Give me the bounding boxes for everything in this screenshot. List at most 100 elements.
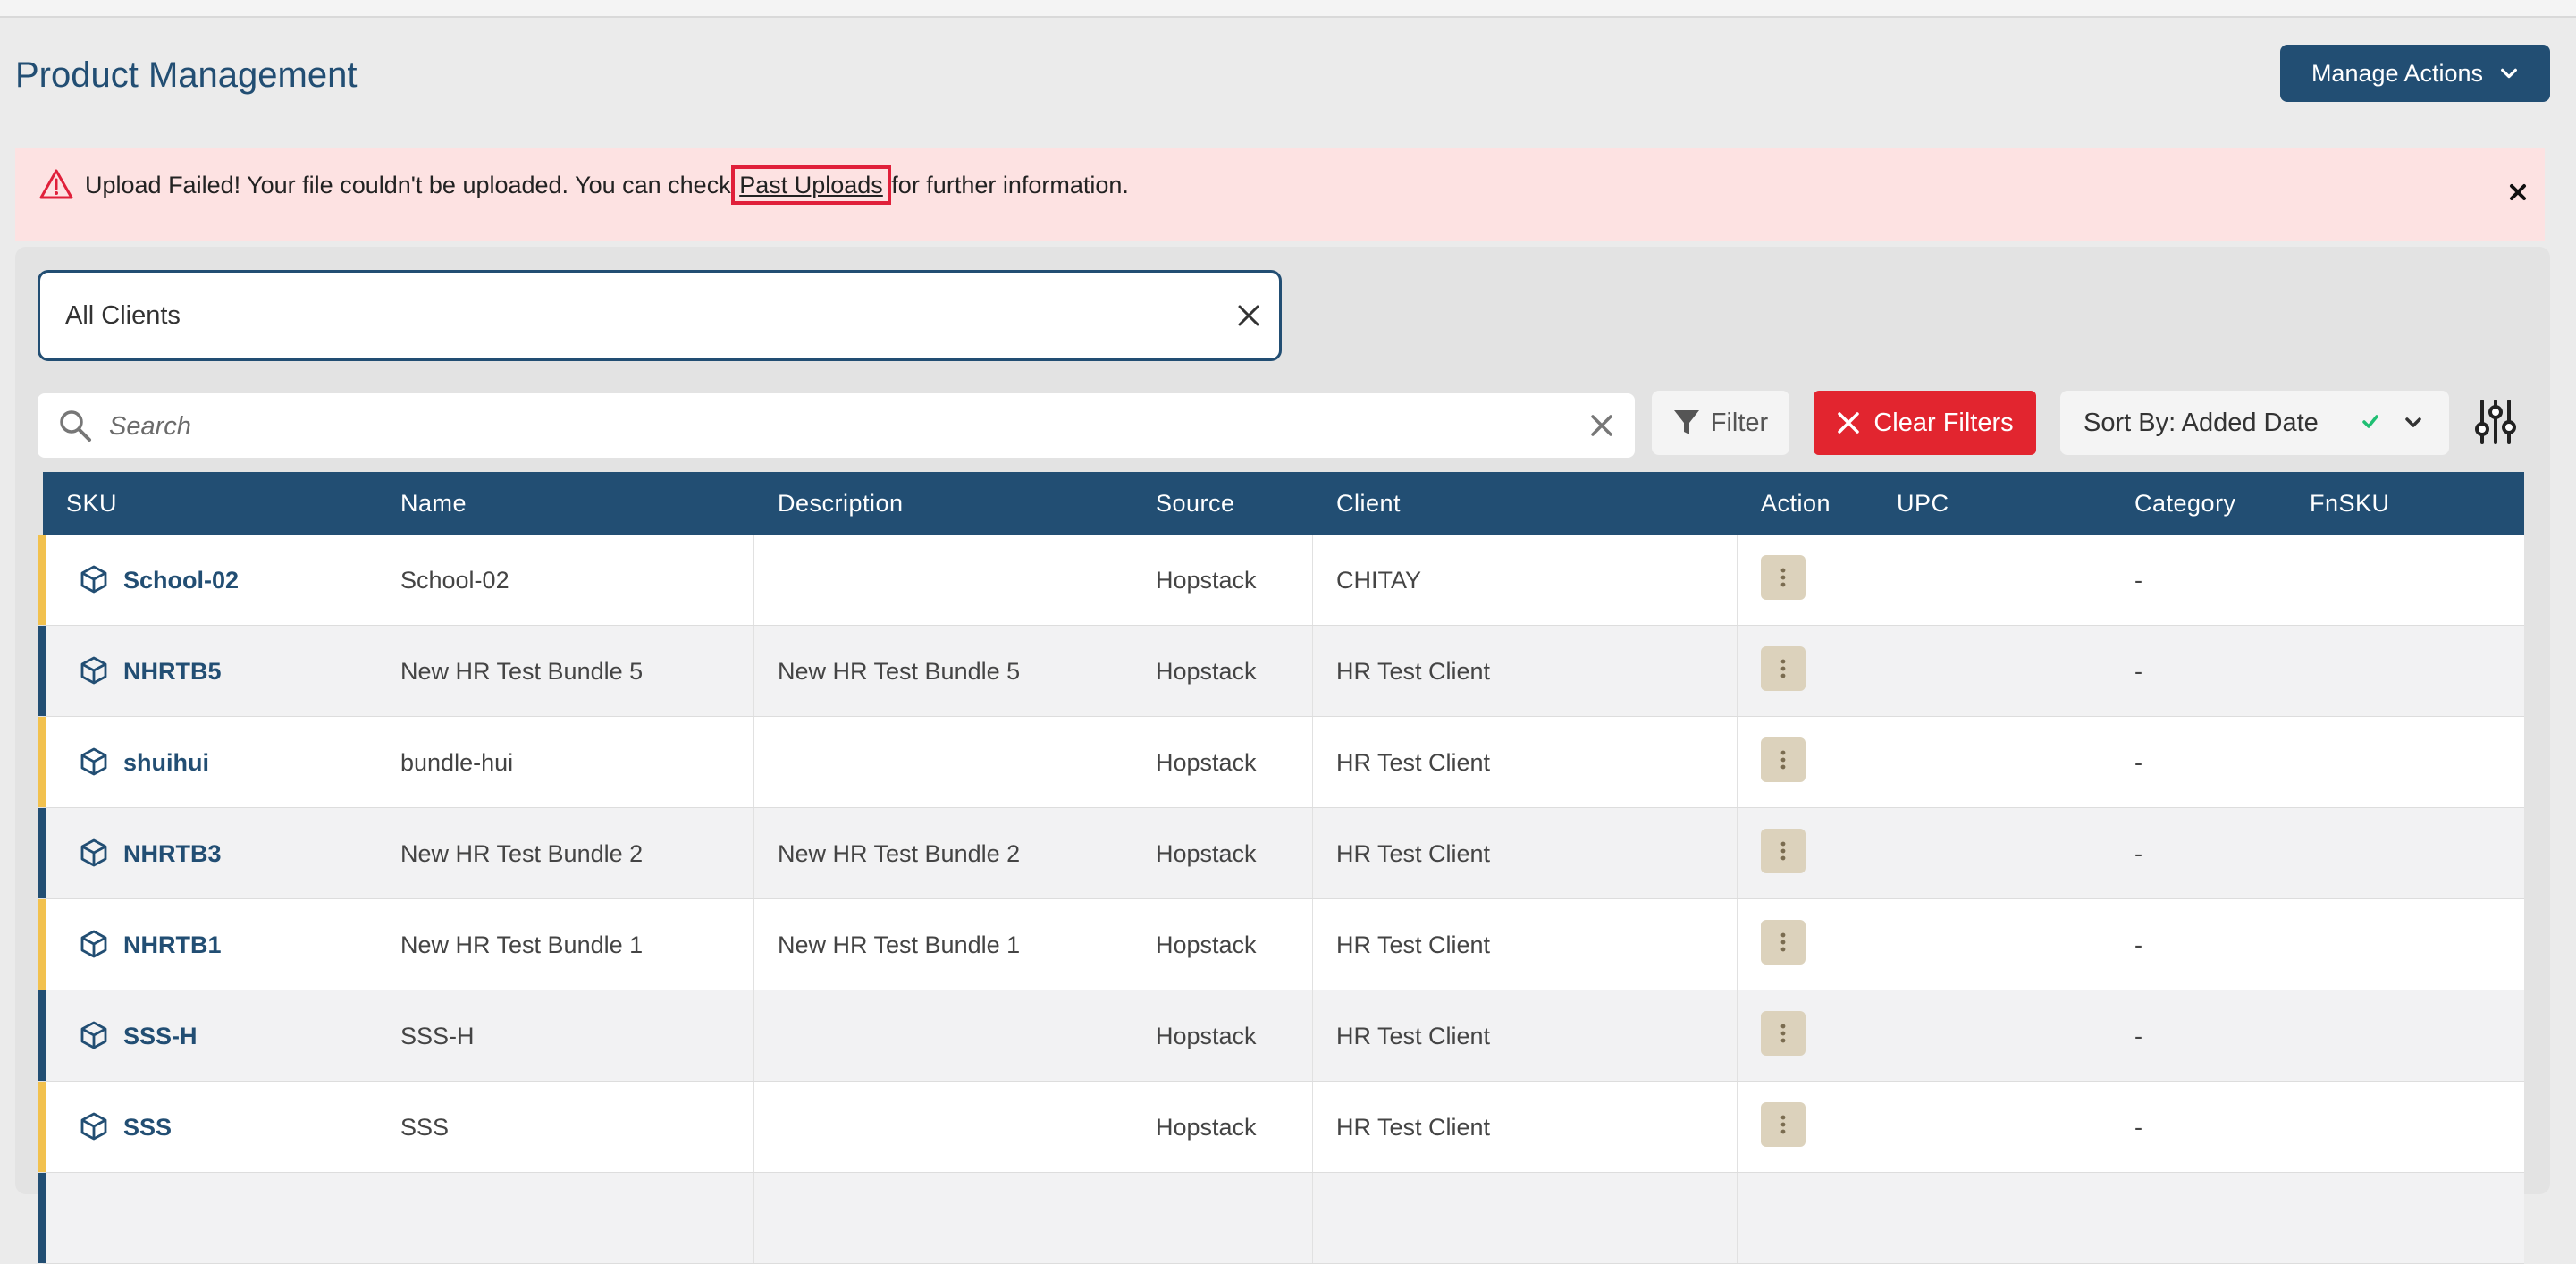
column-divider xyxy=(753,899,754,990)
package-icon xyxy=(80,1021,107,1049)
upload-failed-alert: Upload Failed! Your file couldn't be upl… xyxy=(15,148,2545,241)
package-icon xyxy=(80,565,107,594)
package-icon xyxy=(80,747,107,776)
product-source: Hopstack xyxy=(1156,1114,1257,1141)
table-row[interactable]: NHRTB1 New HR Test Bundle 1 New HR Test … xyxy=(38,899,2524,990)
clear-client-icon[interactable] xyxy=(1233,299,1265,332)
row-status-stripe xyxy=(38,1173,46,1263)
row-actions-button[interactable] xyxy=(1761,737,1806,782)
manage-actions-button[interactable]: Manage Actions xyxy=(2280,45,2550,102)
column-divider xyxy=(1312,808,1313,898)
clear-filters-label: Clear Filters xyxy=(1873,408,2014,437)
page-title: Product Management xyxy=(15,55,358,95)
row-status-stripe xyxy=(38,899,46,990)
sku-link[interactable]: School-02 xyxy=(123,567,239,594)
filter-button[interactable]: Filter xyxy=(1652,391,1789,455)
more-vertical-icon xyxy=(1780,659,1786,678)
package-icon xyxy=(80,838,107,867)
client-select-value: All Clients xyxy=(65,300,181,330)
column-divider xyxy=(753,990,754,1081)
column-divider xyxy=(1312,1082,1313,1172)
header-category[interactable]: Category xyxy=(2134,490,2236,518)
package-icon xyxy=(80,1112,107,1141)
product-category: - xyxy=(2134,658,2142,685)
table-row[interactable]: SSS-H SSS-H Hopstack HR Test Client - xyxy=(38,990,2524,1082)
row-status-stripe xyxy=(38,808,46,898)
column-divider xyxy=(1737,1082,1738,1172)
product-category: - xyxy=(2134,931,2142,958)
row-actions-button[interactable] xyxy=(1761,1011,1806,1056)
product-name: SSS-H xyxy=(400,1023,475,1049)
column-settings-icon[interactable] xyxy=(2473,399,2518,445)
column-divider xyxy=(753,1173,754,1263)
more-vertical-icon xyxy=(1780,932,1786,952)
header-source[interactable]: Source xyxy=(1156,490,1235,518)
sort-label: Sort By: Added Date xyxy=(2084,408,2319,437)
sort-select[interactable]: Sort By: Added Date xyxy=(2060,391,2449,455)
header-fnsku[interactable]: FnSKU xyxy=(2310,490,2390,518)
column-divider xyxy=(1312,899,1313,990)
header-client[interactable]: Client xyxy=(1336,490,1401,518)
sku-link[interactable]: NHRTB1 xyxy=(123,931,222,959)
column-divider xyxy=(753,808,754,898)
table-row[interactable]: School-02 School-02 Hopstack CHITAY - xyxy=(38,535,2524,626)
product-source: Hopstack xyxy=(1156,840,1257,867)
product-client: HR Test Client xyxy=(1336,1023,1491,1049)
column-divider xyxy=(1312,1173,1313,1263)
row-actions-button[interactable] xyxy=(1761,555,1806,600)
search-input[interactable] xyxy=(107,404,1523,449)
alert-suffix: for further information. xyxy=(884,172,1129,198)
product-name: bundle-hui xyxy=(400,749,514,776)
header-upc[interactable]: UPC xyxy=(1897,490,1949,518)
column-divider xyxy=(753,626,754,716)
product-name: School-02 xyxy=(400,567,509,594)
column-divider xyxy=(1737,899,1738,990)
clear-search-icon[interactable] xyxy=(1586,409,1618,442)
sku-link[interactable]: SSS-H xyxy=(123,1023,198,1050)
more-vertical-icon xyxy=(1780,1115,1786,1134)
sku-link[interactable]: shuihui xyxy=(123,749,209,777)
product-name: New HR Test Bundle 5 xyxy=(400,658,644,685)
more-vertical-icon xyxy=(1780,750,1786,770)
row-actions-button[interactable] xyxy=(1761,920,1806,965)
column-divider xyxy=(1312,990,1313,1081)
row-actions-button[interactable] xyxy=(1761,646,1806,691)
top-bar xyxy=(0,0,2576,18)
header-action: Action xyxy=(1761,490,1831,517)
table-header: SKU Name Description Source Client Actio… xyxy=(43,472,2524,535)
product-category: - xyxy=(2134,1023,2142,1049)
warning-icon xyxy=(39,169,73,199)
row-actions-button[interactable] xyxy=(1761,1102,1806,1147)
sku-link[interactable]: SSS xyxy=(123,1114,172,1142)
header-description[interactable]: Description xyxy=(778,490,904,518)
product-client: HR Test Client xyxy=(1336,658,1491,685)
package-icon xyxy=(80,930,107,958)
close-icon[interactable] xyxy=(2508,182,2528,202)
header-sku[interactable]: SKU xyxy=(66,490,117,518)
search-box xyxy=(38,393,1635,458)
table-row[interactable]: shuihui bundle-hui Hopstack HR Test Clie… xyxy=(38,717,2524,808)
header-name[interactable]: Name xyxy=(400,490,467,518)
sku-link[interactable]: NHRTB5 xyxy=(123,658,222,686)
column-divider xyxy=(1737,1173,1738,1263)
table-row[interactable] xyxy=(38,1173,2524,1264)
column-divider xyxy=(1312,626,1313,716)
table-body: School-02 School-02 Hopstack CHITAY - NH… xyxy=(38,535,2524,1264)
client-select[interactable]: All Clients xyxy=(38,270,1282,361)
column-divider xyxy=(753,717,754,807)
row-actions-button[interactable] xyxy=(1761,829,1806,873)
sku-link[interactable]: NHRTB3 xyxy=(123,840,222,868)
past-uploads-link[interactable]: Past Uploads xyxy=(731,165,891,205)
search-icon xyxy=(60,410,91,442)
table-row[interactable]: NHRTB3 New HR Test Bundle 2 New HR Test … xyxy=(38,808,2524,899)
product-client: CHITAY xyxy=(1336,567,1422,594)
chevron-down-icon xyxy=(2501,68,2517,79)
row-status-stripe xyxy=(38,535,46,625)
column-divider xyxy=(753,1082,754,1172)
product-client: HR Test Client xyxy=(1336,1114,1491,1141)
product-client: HR Test Client xyxy=(1336,931,1491,958)
more-vertical-icon xyxy=(1780,841,1786,861)
table-row[interactable]: SSS SSS Hopstack HR Test Client - xyxy=(38,1082,2524,1173)
table-row[interactable]: NHRTB5 New HR Test Bundle 5 New HR Test … xyxy=(38,626,2524,717)
clear-filters-button[interactable]: Clear Filters xyxy=(1814,391,2036,455)
